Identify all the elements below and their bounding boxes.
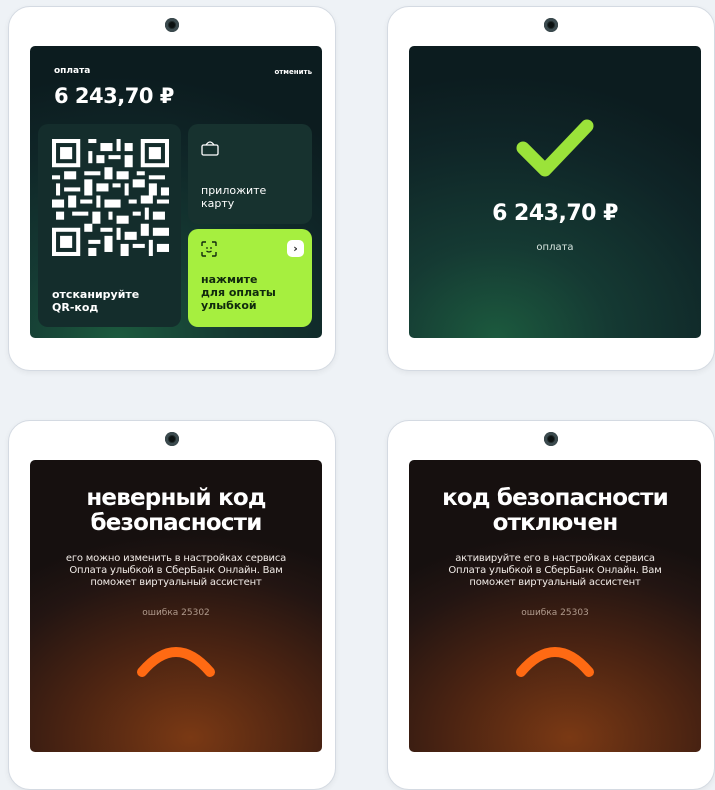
payment-label: оплата [54,66,91,76]
error-screen-code-disabled: код безопасности отключен активируйте ег… [409,460,701,752]
terminal-wrong-code: неверный код безопасности его можно изме… [8,420,336,790]
camera-icon [165,432,179,446]
payment-screen: оплата отменить 6 243,70 ₽ отсканируйте … [30,46,322,338]
checkmark-icon [516,119,594,177]
camera-icon [544,18,558,32]
success-screen: 6 243,70 ₽ оплата [409,46,701,338]
error-title: неверный код безопасности [86,485,266,536]
payment-amount: 6 243,70 ₽ [54,84,174,108]
error-description: его можно изменить в настройках сервиса … [65,553,287,588]
chevron-right-icon[interactable]: › [287,240,304,257]
cancel-button[interactable]: отменить [274,68,312,76]
error-description: активируйте его в настройках сервиса Опл… [448,553,662,588]
terminal-qr-payment: оплата отменить 6 243,70 ₽ отсканируйте … [8,6,336,371]
card-tile-label: приложите карту [201,184,267,210]
frown-icon [137,647,215,677]
error-screen-wrong-code: неверный код безопасности его можно изме… [30,460,322,752]
success-label: оплата [536,242,574,253]
terminal-code-disabled: код безопасности отключен активируйте ег… [387,420,715,790]
camera-icon [544,432,558,446]
qr-code-icon [52,139,169,256]
face-scan-icon [201,241,217,257]
smile-tile-label: нажмите для оплаты улыбкой [201,273,276,312]
card-tap-icon [201,141,219,156]
camera-icon [165,18,179,32]
success-amount: 6 243,70 ₽ [492,201,618,226]
qr-tile[interactable]: отсканируйте QR-код [38,124,181,327]
card-tile[interactable]: приложите карту [188,124,312,224]
error-code: ошибка 25302 [142,608,210,618]
error-title: код безопасности отключен [442,485,669,536]
smile-pay-tile[interactable]: › нажмите для оплаты улыбкой [188,229,312,327]
qr-tile-label: отсканируйте QR-код [52,288,140,314]
frown-icon [516,647,594,677]
terminal-success: 6 243,70 ₽ оплата [387,6,715,371]
error-code: ошибка 25303 [521,608,589,618]
